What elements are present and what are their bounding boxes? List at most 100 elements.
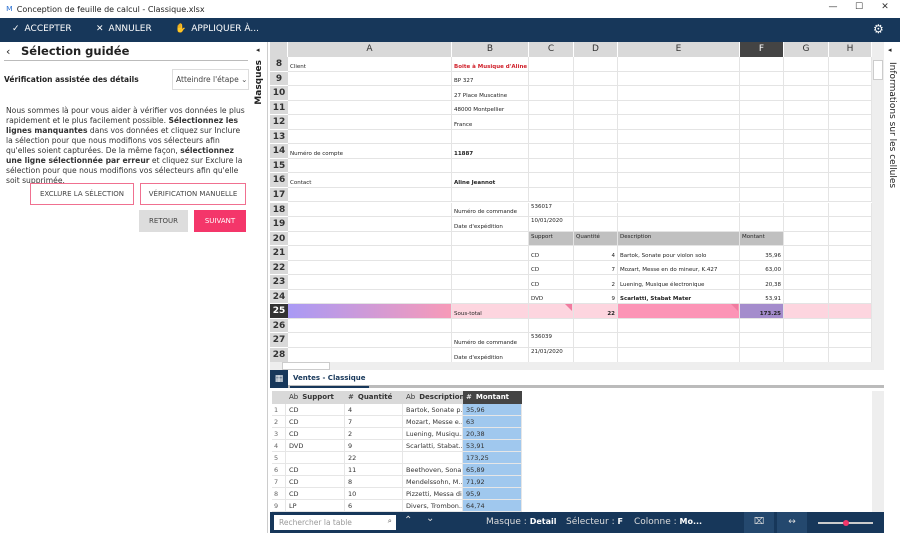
cell-c20[interactable]: Support <box>529 231 574 247</box>
cell-b12[interactable]: France <box>452 115 529 130</box>
cell-d12[interactable] <box>574 115 618 130</box>
table-cell[interactable]: CD <box>286 464 345 476</box>
row-header[interactable]: 27 <box>270 333 288 348</box>
horizontal-scrollbar[interactable] <box>270 362 884 370</box>
cell-f10[interactable] <box>740 86 784 101</box>
cell-b28[interactable]: Date d'expédition <box>452 348 529 362</box>
table-cell[interactable]: Pizzetti, Messa di... <box>403 488 463 500</box>
cell-h16[interactable] <box>829 173 872 188</box>
cell-g21[interactable] <box>784 246 829 261</box>
cell-h22[interactable] <box>829 260 872 276</box>
cell-a25[interactable] <box>288 304 452 319</box>
cell-f22[interactable]: 63,00 <box>740 260 784 276</box>
row-index[interactable]: 4 <box>272 440 286 452</box>
cell-h10[interactable] <box>829 86 872 101</box>
cell-d19[interactable] <box>574 217 618 232</box>
table-cell[interactable]: CD <box>286 416 345 428</box>
cell-d14[interactable] <box>574 144 618 159</box>
cell-h26[interactable] <box>829 318 872 334</box>
cell-f17[interactable] <box>740 187 784 203</box>
cell-e25[interactable] <box>618 304 740 319</box>
cell-d22[interactable]: 7 <box>574 260 618 276</box>
cell-a19[interactable] <box>288 217 452 232</box>
cell-g17[interactable] <box>784 187 829 203</box>
cell-f16[interactable] <box>740 173 784 188</box>
table-cell[interactable]: 11 <box>345 464 403 476</box>
row-header[interactable]: 19 <box>270 217 288 232</box>
cell-f13[interactable] <box>740 129 784 145</box>
masks-side-tab[interactable]: ◂ Masques <box>252 42 268 533</box>
row-index[interactable]: 6 <box>272 464 286 476</box>
cell-e11[interactable] <box>618 100 740 116</box>
cell-b26[interactable] <box>452 318 529 334</box>
table-cell[interactable]: CD <box>286 488 345 500</box>
cell-b9[interactable]: BP 327 <box>452 71 529 87</box>
cell-h23[interactable] <box>829 275 872 290</box>
cell-h21[interactable] <box>829 246 872 261</box>
cell-c9[interactable] <box>529 71 574 87</box>
step-dropdown[interactable]: Atteindre l'étape ⌄ <box>172 69 249 90</box>
cell-g26[interactable] <box>784 318 829 334</box>
column-header-a[interactable]: A <box>288 42 452 57</box>
row-header[interactable]: 15 <box>270 158 288 174</box>
cell-h17[interactable] <box>829 187 872 203</box>
cell-d18[interactable] <box>574 202 618 217</box>
cell-e10[interactable] <box>618 86 740 101</box>
cell-g11[interactable] <box>784 100 829 116</box>
table-cell[interactable]: LP <box>286 500 345 512</box>
table-cell[interactable]: Scarlatti, Stabat... <box>403 440 463 452</box>
cell-b25[interactable]: Sous-total <box>452 304 529 319</box>
cell-d21[interactable]: 4 <box>574 246 618 261</box>
column-header-quantité[interactable]: # Quantité <box>345 391 403 404</box>
cell-e13[interactable] <box>618 129 740 145</box>
cell-g9[interactable] <box>784 71 829 87</box>
apply-to-button[interactable]: ✋ APPLIQUER À... <box>175 24 259 34</box>
cell-f12[interactable] <box>740 115 784 130</box>
cell-c18[interactable]: 536017 <box>529 202 574 217</box>
column-header-d[interactable]: D <box>574 42 618 57</box>
cell-c22[interactable]: CD <box>529 260 574 276</box>
cell-b19[interactable]: Date d'expédition <box>452 217 529 232</box>
row-header[interactable]: 26 <box>270 318 288 334</box>
table-search-input[interactable]: Rechercher la table ⌕ <box>274 515 396 530</box>
row-header[interactable]: 11 <box>270 100 288 116</box>
table-cell[interactable]: 53,91 <box>463 440 522 452</box>
cell-f26[interactable] <box>740 318 784 334</box>
cell-f18[interactable] <box>740 202 784 217</box>
row-header[interactable]: 22 <box>270 260 288 276</box>
column-header-c[interactable]: C <box>529 42 574 57</box>
column-header-b[interactable]: B <box>452 42 529 57</box>
cell-a10[interactable] <box>288 86 452 101</box>
vertical-scrollbar[interactable] <box>872 42 884 362</box>
cell-h25[interactable] <box>829 304 872 319</box>
table-cell[interactable]: Bartok, Sonate p... <box>403 404 463 416</box>
cell-h20[interactable] <box>829 231 872 247</box>
cell-c23[interactable]: CD <box>529 275 574 290</box>
row-header[interactable]: 13 <box>270 129 288 145</box>
cell-d15[interactable] <box>574 158 618 174</box>
table-cell[interactable]: CD <box>286 404 345 416</box>
cell-a8[interactable]: Client <box>288 57 452 72</box>
table-cell[interactable]: 95,9 <box>463 488 522 500</box>
cell-f15[interactable] <box>740 158 784 174</box>
row-header[interactable]: 23 <box>270 275 288 290</box>
column-header-montant[interactable]: # Montant <box>463 391 522 404</box>
cell-g13[interactable] <box>784 129 829 145</box>
cell-e9[interactable] <box>618 71 740 87</box>
excel-view-icon[interactable]: ⌧ <box>744 512 774 533</box>
cell-e18[interactable] <box>618 202 740 217</box>
cell-c21[interactable]: CD <box>529 246 574 261</box>
cell-h13[interactable] <box>829 129 872 145</box>
cell-e17[interactable] <box>618 187 740 203</box>
zoom-slider[interactable] <box>818 520 873 526</box>
cell-g12[interactable] <box>784 115 829 130</box>
table-cell[interactable]: 4 <box>345 404 403 416</box>
cell-d27[interactable] <box>574 333 618 348</box>
cell-c15[interactable] <box>529 158 574 174</box>
cell-a22[interactable] <box>288 260 452 276</box>
column-header-h[interactable]: H <box>829 42 872 57</box>
cell-d23[interactable]: 2 <box>574 275 618 290</box>
row-header[interactable]: 24 <box>270 289 288 305</box>
column-header-f[interactable]: F <box>740 42 784 57</box>
cell-h27[interactable] <box>829 333 872 348</box>
